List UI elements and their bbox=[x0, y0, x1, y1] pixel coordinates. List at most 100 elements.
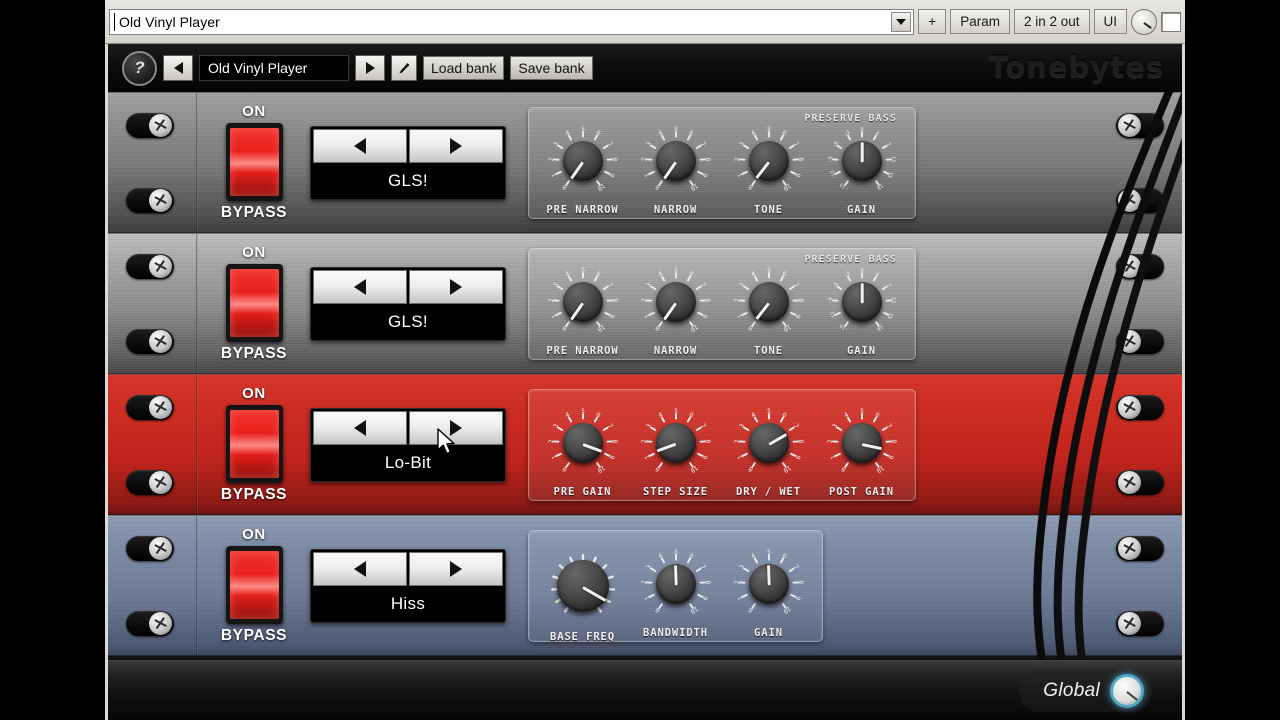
knob-cell: 0 1 2 3 4 5 6 7 8 9 10 TONE bbox=[725, 114, 812, 216]
chevron-down-icon[interactable] bbox=[891, 11, 912, 32]
host-mix-knob[interactable] bbox=[1131, 8, 1157, 35]
svg-text:2: 2 bbox=[826, 439, 834, 443]
rack-screw-icon[interactable] bbox=[126, 470, 174, 495]
knob-pointer bbox=[582, 442, 602, 452]
knob-control[interactable]: 0 1 2 3 4 5 6 7 8 9 10 bbox=[732, 124, 806, 198]
bypass-toggle-button[interactable] bbox=[225, 123, 283, 201]
knob-control[interactable]: 0 1 2 3 4 5 6 7 8 9 10 bbox=[639, 547, 713, 621]
svg-text:10: 10 bbox=[781, 181, 792, 192]
rack-screw-icon[interactable] bbox=[126, 113, 174, 138]
svg-text:-12: -12 bbox=[829, 310, 839, 321]
host-enable-checkbox[interactable] bbox=[1161, 11, 1181, 32]
rack-screw-icon[interactable] bbox=[1116, 254, 1164, 279]
bypass-toggle-button[interactable] bbox=[225, 405, 283, 483]
rack-screw-icon[interactable] bbox=[1116, 395, 1164, 420]
host-preset-combobox[interactable]: Old Vinyl Player bbox=[109, 8, 915, 35]
svg-text:1: 1 bbox=[735, 594, 744, 601]
rack-screw-icon[interactable] bbox=[1116, 470, 1164, 495]
effect-prev-button[interactable] bbox=[313, 128, 407, 163]
knob-control[interactable]: 0 1 2 3 4 5 6 7 8 9 10 bbox=[639, 265, 713, 339]
svg-text:-9: -9 bbox=[827, 297, 833, 304]
pencil-icon[interactable] bbox=[391, 55, 417, 81]
bypass-toggle-button[interactable] bbox=[225, 546, 283, 624]
rack-screw-icon[interactable] bbox=[126, 395, 174, 420]
svg-text:1: 1 bbox=[828, 453, 837, 460]
io-config-button[interactable]: 2 in 2 out bbox=[1013, 9, 1090, 34]
svg-text:1: 1 bbox=[735, 312, 744, 319]
effect-row: ON BYPASS GLS! PRESERVE BASS 0 1 2 3 4 5 6 7 8 9 10 PRE… bbox=[108, 92, 1182, 233]
knob-control[interactable]: 0 1 2 3 4 5 6 7 8 9 10 bbox=[546, 265, 620, 339]
ui-button[interactable]: UI bbox=[1093, 9, 1127, 34]
add-preset-button[interactable]: + bbox=[918, 9, 947, 34]
svg-text:15: 15 bbox=[885, 311, 893, 319]
bypass-cluster: ON BYPASS bbox=[198, 103, 310, 222]
bypass-cluster: ON BYPASS bbox=[198, 244, 310, 363]
rack-screw-icon[interactable] bbox=[1116, 611, 1164, 636]
knob-label: GAIN bbox=[847, 344, 876, 357]
help-icon[interactable]: ? bbox=[122, 50, 157, 86]
knob-pointer bbox=[569, 161, 584, 179]
svg-text:5: 5 bbox=[767, 266, 771, 274]
plugin-preset-name[interactable]: Old Vinyl Player bbox=[199, 55, 349, 81]
knob-cell: 0 1 2 3 4 5 6 7 8 9 10 STEP SIZE bbox=[632, 396, 719, 498]
bypass-toggle-button[interactable] bbox=[225, 264, 283, 342]
knob-label: BASE FREQ bbox=[550, 630, 615, 643]
knob-control[interactable]: 0 1 2 3 4 5 6 7 8 9 10 bbox=[639, 124, 713, 198]
svg-text:6: 6 bbox=[780, 551, 787, 560]
knob-control[interactable]: 0 1 2 3 4 5 6 7 8 9 10 bbox=[732, 547, 806, 621]
effect-next-button[interactable] bbox=[409, 269, 503, 304]
knob-panel: 0 1 2 3 4 5 6 7 8 9 10 PRE GAIN 0 1 2 3 4 5 6 7 8 9 10 STEP SIZ… bbox=[528, 388, 916, 501]
rack-screw-icon[interactable] bbox=[126, 188, 174, 213]
knob-label: TONE bbox=[754, 203, 783, 216]
rack-screw-icon[interactable] bbox=[1116, 113, 1164, 138]
rack-screw-icon[interactable] bbox=[1116, 188, 1164, 213]
knob-pointer bbox=[861, 442, 882, 450]
knob-control[interactable]: 0 1 2 3 4 5 6 7 8 9 10 bbox=[732, 265, 806, 339]
knob-control[interactable]: 0 1 2 3 4 5 6 7 8 9 10 bbox=[639, 406, 713, 480]
rack-screw-icon[interactable] bbox=[1116, 329, 1164, 354]
host-toolbar: Old Vinyl Player + Param 2 in 2 out UI bbox=[105, 0, 1185, 44]
knob-control[interactable] bbox=[544, 547, 622, 625]
rack-screw-icon[interactable] bbox=[126, 611, 174, 636]
knob-pointer bbox=[662, 161, 677, 179]
global-knob[interactable] bbox=[1110, 673, 1144, 708]
svg-text:2: 2 bbox=[733, 157, 741, 161]
rack-screws-right bbox=[1094, 93, 1182, 232]
bypass-led-icon bbox=[229, 128, 279, 196]
bypass-cluster: ON BYPASS bbox=[198, 526, 310, 645]
preset-next-button[interactable] bbox=[355, 55, 385, 81]
knob-cell: BASE FREQ bbox=[539, 537, 626, 643]
rack-screw-icon[interactable] bbox=[1116, 536, 1164, 561]
knob-control[interactable]: 0 1 2 3 4 5 6 7 8 9 10 bbox=[546, 406, 620, 480]
svg-text:9: 9 bbox=[700, 312, 709, 319]
knob-panel: BASE FREQ 0 1 2 3 4 5 6 7 8 9 10 BANDWIDTH 0 1 2 3 4 5 6 7 8 9… bbox=[528, 529, 823, 643]
preset-prev-button[interactable] bbox=[163, 55, 193, 81]
svg-text:11: 11 bbox=[889, 297, 895, 304]
knob-body bbox=[562, 281, 603, 322]
rack-screw-icon[interactable] bbox=[126, 254, 174, 279]
screen: Old Vinyl Player + Param 2 in 2 out UI ?… bbox=[0, 0, 1280, 720]
host-preset-value: Old Vinyl Player bbox=[119, 13, 220, 30]
svg-text:8: 8 bbox=[610, 157, 618, 161]
param-button[interactable]: Param bbox=[950, 9, 1010, 34]
knob-control[interactable]: -15 -12 -9 -6 -3 0 4 7 11 15 18 bbox=[825, 124, 899, 198]
effect-prev-button[interactable] bbox=[313, 410, 407, 445]
effect-prev-button[interactable] bbox=[313, 269, 407, 304]
knob-control[interactable]: 0 1 2 3 4 5 6 7 8 9 10 bbox=[732, 406, 806, 480]
svg-text:10: 10 bbox=[688, 322, 699, 333]
rack-screw-icon[interactable] bbox=[126, 536, 174, 561]
effect-next-button[interactable] bbox=[409, 551, 503, 586]
rack-screw-icon[interactable] bbox=[126, 329, 174, 354]
effect-prev-button[interactable] bbox=[313, 551, 407, 586]
knob-control[interactable]: -15 -12 -9 -6 -3 0 4 7 11 15 18 bbox=[825, 265, 899, 339]
save-bank-button[interactable]: Save bank bbox=[510, 56, 593, 80]
knob-control[interactable]: 0 1 2 3 4 5 6 7 8 9 10 bbox=[825, 406, 899, 480]
effect-next-button[interactable] bbox=[409, 128, 503, 163]
on-label: ON bbox=[242, 385, 266, 402]
load-bank-button[interactable]: Load bank bbox=[423, 56, 505, 80]
svg-text:-3: -3 bbox=[842, 270, 850, 278]
effect-next-button[interactable] bbox=[409, 410, 503, 445]
plugin-window: ? Old Vinyl Player Load bank Save bank T… bbox=[105, 44, 1185, 720]
knob-control[interactable]: 0 1 2 3 4 5 6 7 8 9 10 bbox=[546, 124, 620, 198]
knob-body bbox=[841, 140, 882, 181]
